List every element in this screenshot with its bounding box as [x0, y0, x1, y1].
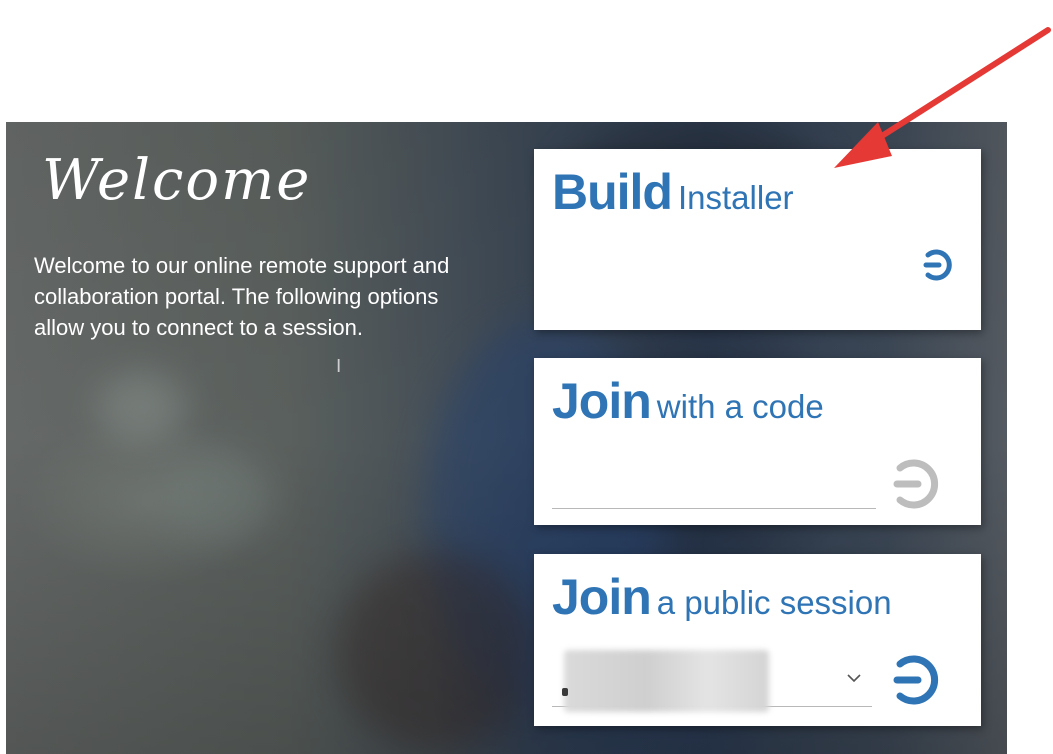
- join-public-session-card: Join a public session: [534, 554, 981, 726]
- session-marker: [562, 688, 568, 696]
- installer-label: Installer: [677, 179, 794, 216]
- a-public-session-label: a public session: [656, 584, 892, 621]
- join-public-go-button[interactable]: [885, 650, 945, 710]
- arrow-right-circle-icon: [923, 249, 952, 281]
- arrow-right-circle-icon: [893, 459, 939, 509]
- welcome-text: Welcome to our online remote support and…: [34, 253, 450, 340]
- build-installer-go-button[interactable]: [917, 245, 957, 285]
- chevron-down-icon[interactable]: [846, 672, 862, 684]
- arrow-right-circle-icon: [893, 655, 939, 705]
- red-arrow-icon: [834, 27, 1051, 168]
- session-code-input[interactable]: [552, 456, 876, 509]
- build-installer-heading: Build Installer: [552, 163, 794, 221]
- join-with-code-heading: Join with a code: [552, 372, 824, 430]
- join-label: Join: [552, 373, 652, 429]
- join-label: Join: [552, 569, 652, 625]
- session-name-redacted: [564, 650, 769, 712]
- portal-panel: Welcome Welcome to our online remote sup…: [6, 122, 1007, 754]
- with-a-code-label: with a code: [656, 388, 824, 425]
- public-session-select[interactable]: [552, 650, 872, 712]
- welcome-title: Welcome: [42, 148, 312, 213]
- join-code-go-button[interactable]: [885, 454, 945, 514]
- text-cursor-icon: I: [336, 356, 342, 377]
- join-public-session-heading: Join a public session: [552, 568, 892, 626]
- join-with-code-card: Join with a code: [534, 358, 981, 525]
- build-label: Build: [552, 164, 673, 220]
